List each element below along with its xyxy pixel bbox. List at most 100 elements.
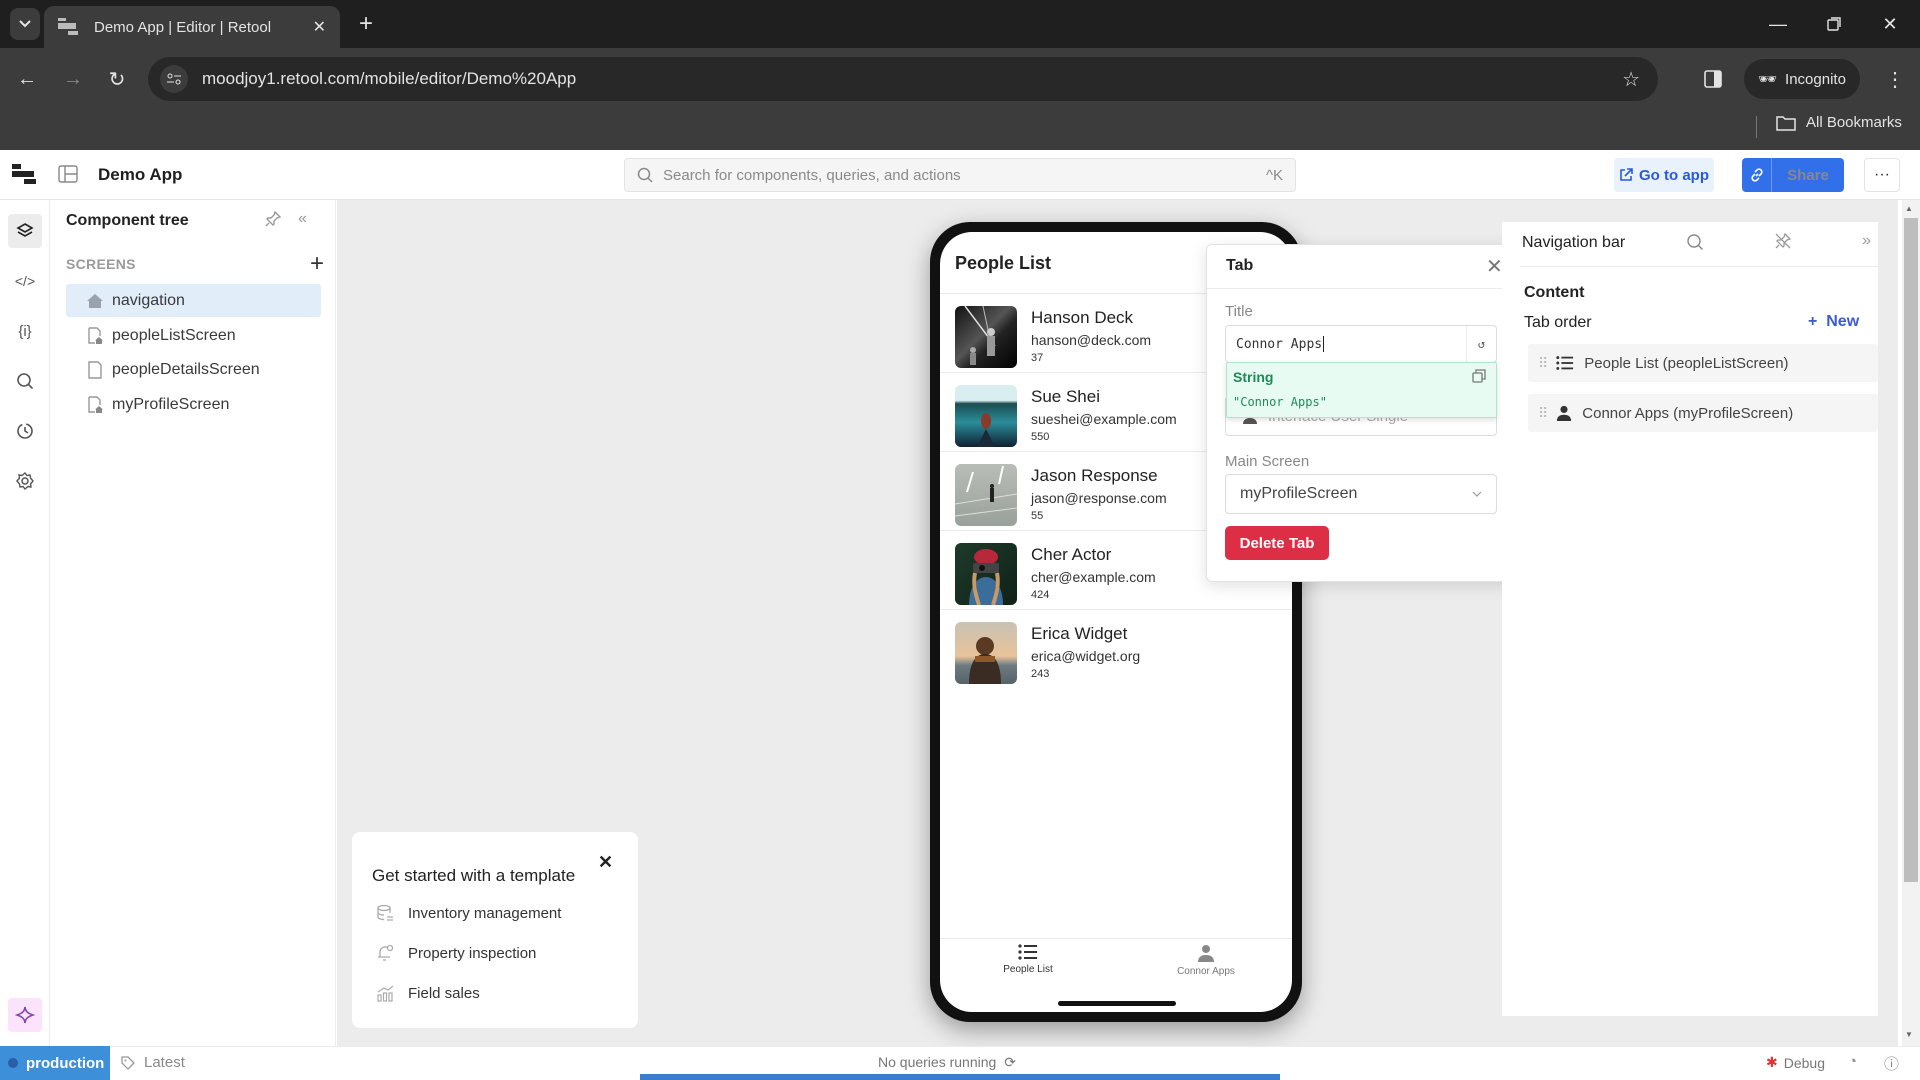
tab-order-label: Tab order [1524, 314, 1592, 331]
scroll-up-icon[interactable]: ▲ [1905, 204, 1913, 213]
screen-home-icon [88, 395, 103, 413]
plus-icon: + [1808, 313, 1827, 330]
ai-assist-button[interactable] [8, 998, 42, 1032]
more-options-button[interactable]: ··· [1864, 158, 1900, 192]
person-name: Hanson Deck [1031, 308, 1134, 327]
retool-logo-icon[interactable] [12, 164, 36, 184]
all-bookmarks-label: All Bookmarks [1806, 114, 1902, 131]
person-avatar [955, 543, 1017, 605]
scrollbar-thumb[interactable] [1904, 218, 1918, 882]
person-list-item[interactable]: Erica Widget erica@widget.org 243 [940, 610, 1292, 689]
pin-icon[interactable] [264, 210, 282, 228]
phone-tab-connor-apps[interactable]: Connor Apps [1146, 944, 1266, 977]
tree-item-myprofilescreen[interactable]: myProfileScreen [66, 388, 321, 421]
tab-order-item[interactable]: ⠿ People List (peopleListScreen) [1528, 344, 1878, 382]
history-tab[interactable] [8, 414, 42, 448]
refresh-icon[interactable]: ⟳ [1004, 1054, 1016, 1071]
reload-button[interactable]: ↻ [102, 64, 132, 94]
all-bookmarks-button[interactable]: All Bookmarks [1776, 114, 1902, 131]
help-icon[interactable]: ⓘ [1884, 1053, 1899, 1074]
bookmark-star-icon[interactable]: ☆ [1622, 67, 1640, 92]
tab-order-item[interactable]: ⠿ Connor Apps (myProfileScreen) [1528, 394, 1878, 432]
state-tab[interactable]: {i} [8, 314, 42, 348]
drag-handle-icon[interactable]: ⠿ [1538, 405, 1548, 422]
expand-panel-icon[interactable]: » [1862, 232, 1871, 250]
tab-order-label: People List (peopleListScreen) [1584, 354, 1789, 372]
back-button[interactable]: ← [12, 64, 42, 94]
phone-tab-people-list[interactable]: People List [968, 944, 1088, 975]
new-tab-label: New [1826, 313, 1860, 330]
bell-icon [378, 944, 394, 961]
go-to-app-button[interactable]: Go to app [1614, 158, 1714, 192]
search-tab[interactable] [8, 364, 42, 398]
version-selector[interactable]: Latest [120, 1054, 185, 1071]
new-tab-button[interactable]: + [352, 10, 380, 38]
template-item-property-inspection[interactable]: Property inspection [376, 944, 536, 962]
layers-icon [16, 223, 34, 237]
tab-order-label: Connor Apps (myProfileScreen) [1582, 404, 1794, 422]
address-bar[interactable]: moodjoy1.retool.com/mobile/editor/Demo%2… [148, 57, 1658, 101]
collapse-panel-icon[interactable]: « [298, 210, 307, 228]
code-icon: </> [14, 273, 36, 289]
tag-icon [121, 1055, 135, 1070]
close-popover-icon[interactable]: ✕ [1486, 254, 1503, 279]
global-search-input[interactable]: Search for components, queries, and acti… [624, 158, 1296, 192]
close-template-card-icon[interactable]: ✕ [598, 852, 613, 873]
unpin-icon[interactable] [1774, 232, 1792, 250]
loading-progress-bar [640, 1074, 1280, 1080]
query-status: No queries running ⟳ [878, 1054, 1016, 1071]
template-item-field-sales[interactable]: Field sales [376, 984, 480, 1002]
tree-item-peoplelistscreen[interactable]: peopleListScreen [66, 319, 321, 352]
forward-button[interactable]: → [58, 64, 88, 94]
template-item-inventory[interactable]: Inventory management [376, 904, 561, 922]
bookmarks-bar [0, 110, 1920, 150]
incognito-indicator[interactable]: 🕶 Incognito [1744, 59, 1860, 99]
minimize-button[interactable]: — [1758, 10, 1798, 38]
person-avatar [955, 306, 1017, 368]
link-icon[interactable] [1742, 158, 1772, 192]
debug-button[interactable]: ✱ Debug [1766, 1054, 1825, 1071]
person-number: 55 [1031, 510, 1044, 522]
tree-item-navigation[interactable]: navigation [66, 284, 321, 317]
main-screen-value: myProfileScreen [1240, 485, 1358, 502]
inspector-divider [1520, 266, 1878, 267]
copy-icon[interactable] [1472, 369, 1486, 383]
site-info-icon[interactable] [160, 65, 188, 93]
browser-tab-active[interactable]: Demo App | Editor | Retool ✕ [44, 6, 340, 48]
incognito-icon: 🕶 [1758, 71, 1778, 88]
component-tree-tab[interactable] [8, 214, 42, 248]
tree-item-peopledetailsscreen[interactable]: peopleDetailsScreen [66, 353, 321, 386]
code-tab[interactable]: </> [8, 264, 42, 298]
inspector-search-icon[interactable] [1686, 233, 1704, 251]
query-status-label: No queries running [878, 1054, 997, 1070]
tab-title-input[interactable]: Connor Apps ↺ [1225, 325, 1497, 363]
delete-tab-button[interactable]: Delete Tab [1225, 526, 1329, 560]
search-icon [637, 167, 653, 183]
share-button[interactable]: Share [1742, 158, 1844, 192]
tab-search-button[interactable] [10, 8, 40, 40]
person-name: Jason Response [1031, 466, 1158, 485]
new-tab-button[interactable]: + New [1808, 313, 1859, 331]
browser-menu-button[interactable]: ⋮ [1880, 64, 1910, 94]
phone-screen-title: People List [955, 253, 1052, 273]
environment-selector[interactable]: production [0, 1046, 110, 1080]
close-window-button[interactable]: ✕ [1870, 10, 1910, 38]
close-tab-icon[interactable]: ✕ [313, 17, 326, 37]
person-number: 550 [1031, 431, 1050, 443]
template-item-label: Property inspection [408, 944, 537, 962]
history-icon[interactable]: ◔ [1848, 1053, 1857, 1070]
external-link-icon [1620, 168, 1633, 181]
toggle-panels-icon[interactable] [58, 165, 78, 183]
content-section-label: Content [1524, 284, 1585, 301]
search-icon [17, 373, 34, 390]
main-screen-select[interactable]: myProfileScreen [1225, 474, 1497, 514]
settings-tab[interactable] [8, 464, 42, 498]
side-panel-button[interactable] [1698, 64, 1728, 94]
person-icon [1198, 945, 1214, 962]
eval-type: String [1233, 369, 1274, 385]
scroll-down-icon[interactable]: ▼ [1905, 1030, 1913, 1039]
drag-handle-icon[interactable]: ⠿ [1538, 355, 1548, 372]
reset-value-icon[interactable]: ↺ [1466, 326, 1496, 362]
add-screen-button[interactable]: + [310, 250, 324, 278]
maximize-button[interactable] [1814, 10, 1854, 38]
